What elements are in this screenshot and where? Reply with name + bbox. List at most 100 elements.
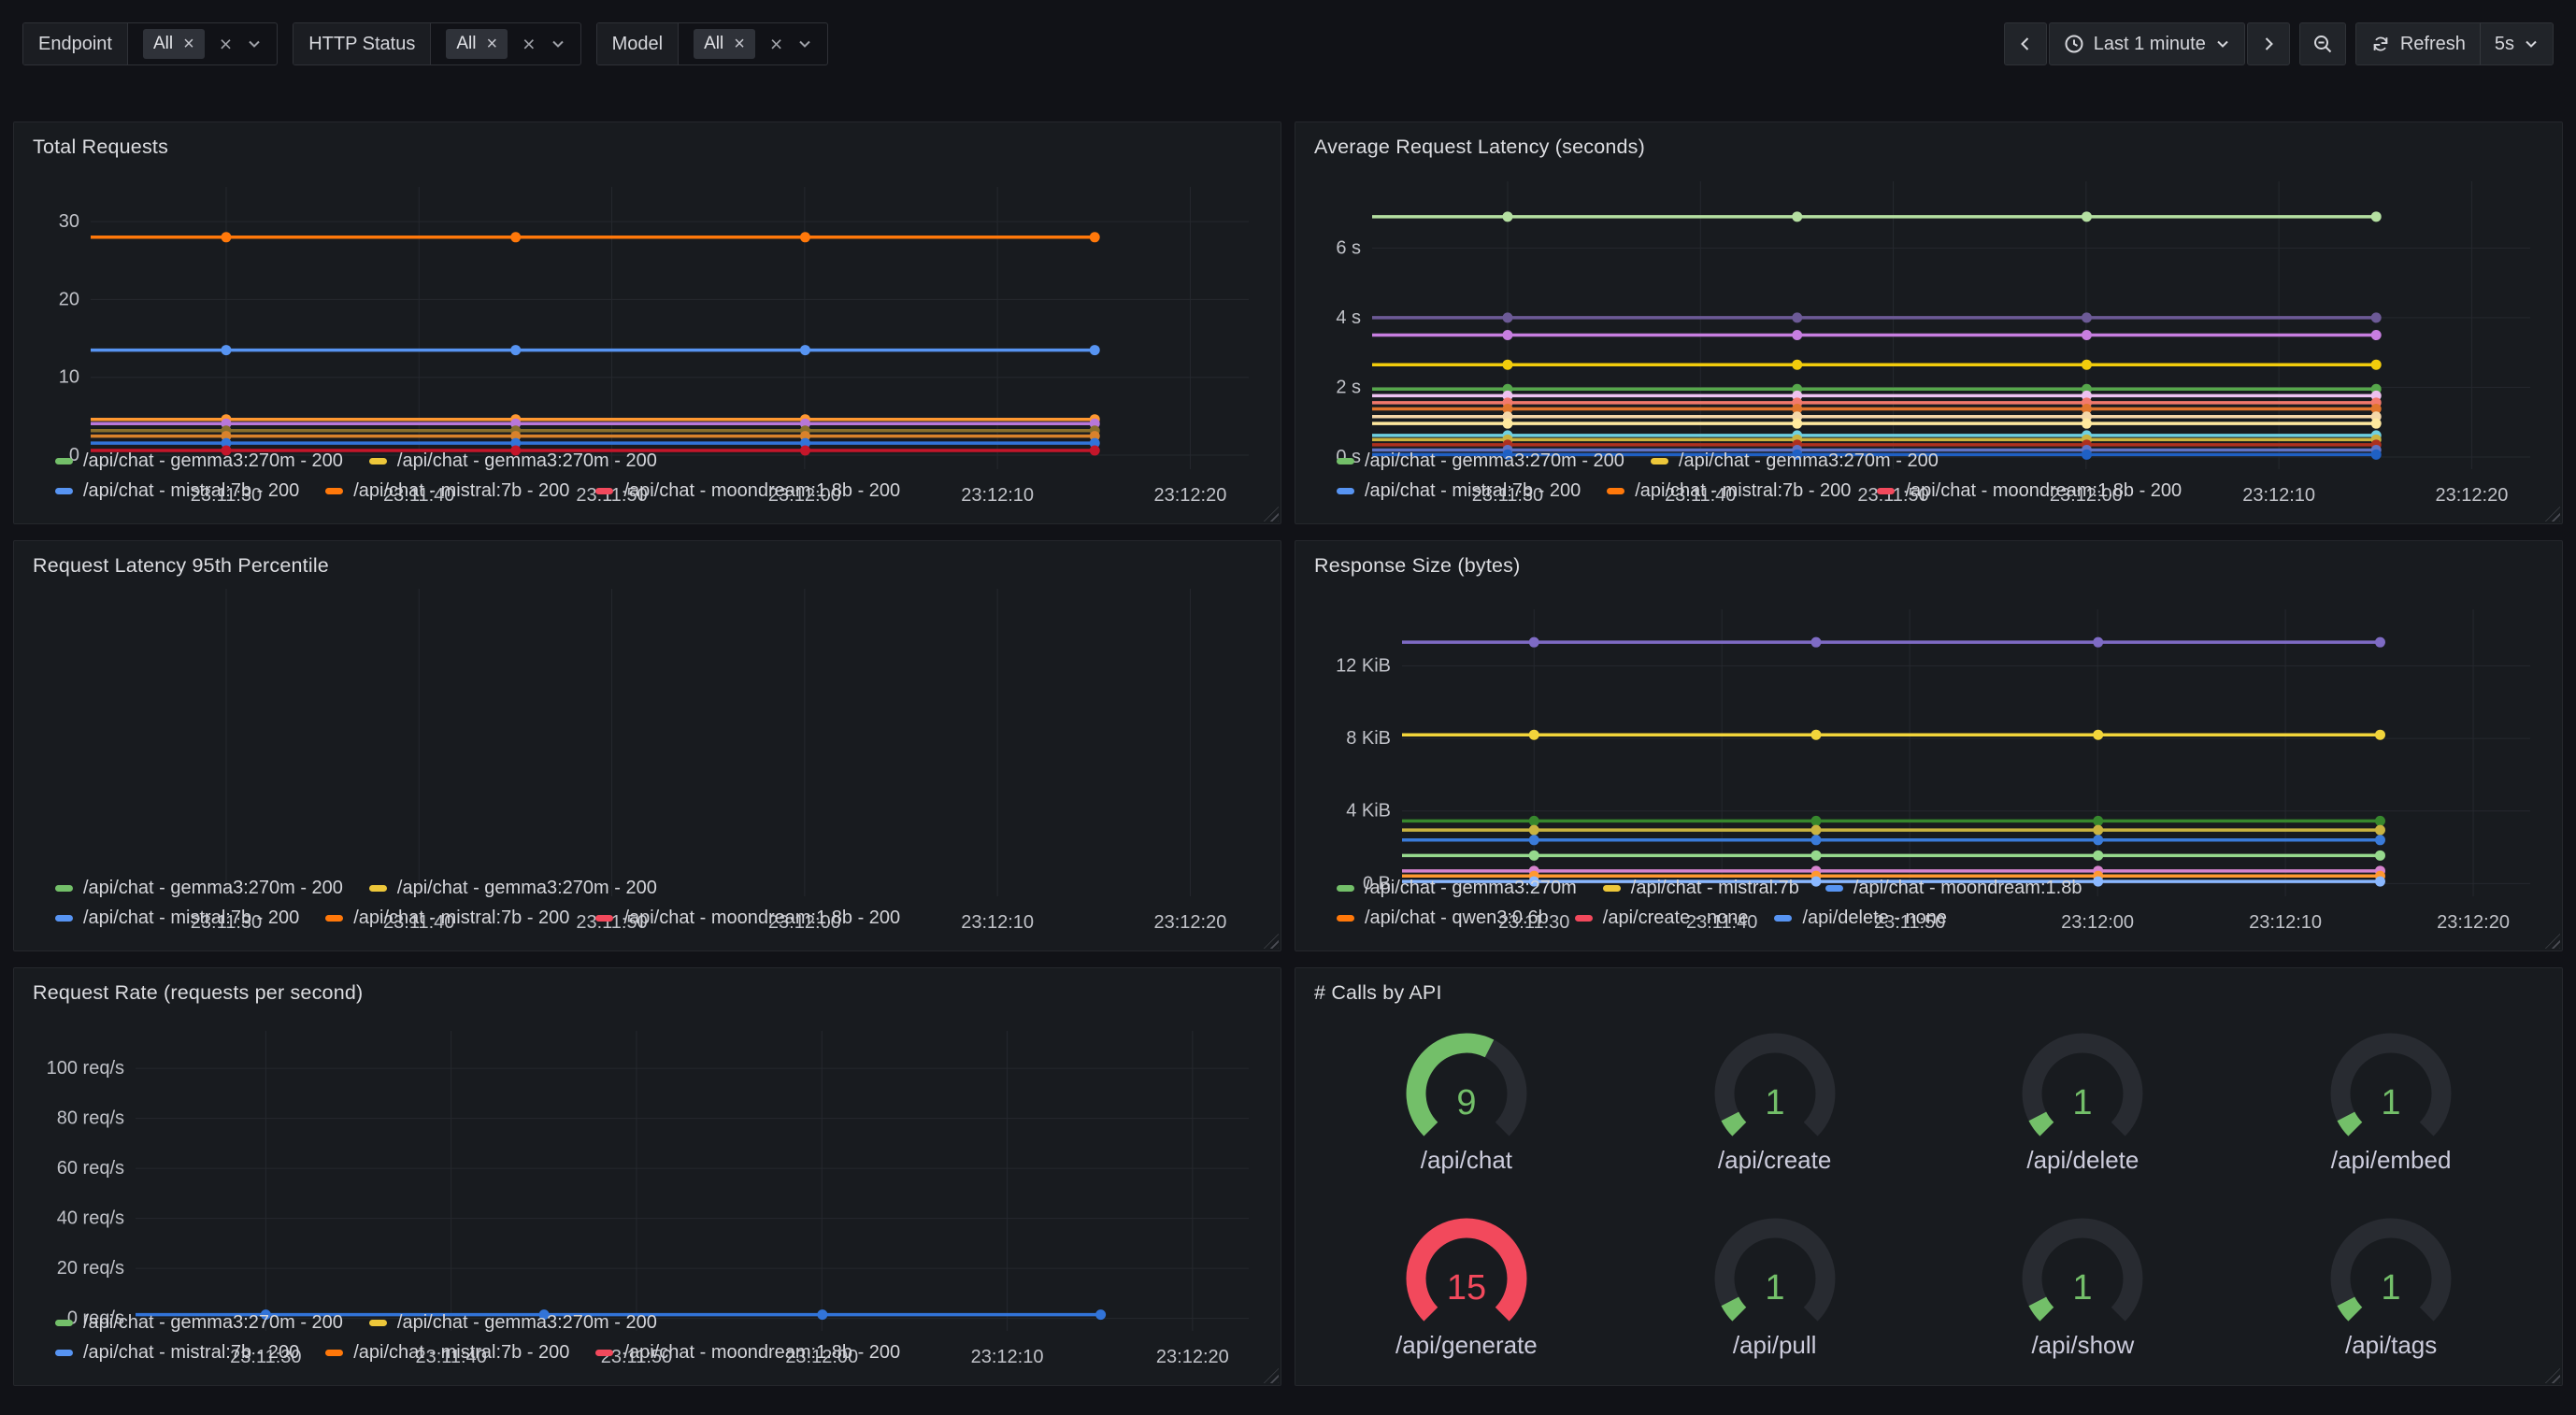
refresh-interval-button[interactable]: 5s [2480, 22, 2554, 65]
zoom-out-button[interactable] [2299, 22, 2346, 65]
legend-item[interactable]: /api/chat - mistral:7b - 200 [1337, 480, 1581, 502]
gauge-cell: 1/api/tags [2237, 1193, 2545, 1379]
filter-http-status: HTTP Status All × × [293, 22, 580, 65]
time-range-label: Last 1 minute [2094, 34, 2206, 55]
legend-label: /api/chat - moondream:1.8b - 200 [1905, 480, 2182, 502]
refresh-icon [2370, 34, 2391, 54]
chip-remove-icon[interactable]: × [486, 35, 497, 53]
panel-title[interactable]: Request Latency 95th Percentile [31, 550, 1264, 579]
refresh-label: Refresh [2400, 34, 2466, 55]
legend-item[interactable]: /api/chat - mistral:7b - 200 [55, 908, 299, 929]
legend-item[interactable]: /api/chat - moondream:1.8b - 200 [595, 1342, 900, 1364]
legend-item[interactable]: /api/chat - mistral:7b - 200 [55, 1342, 299, 1364]
clock-icon [2064, 34, 2084, 54]
chip-remove-icon[interactable]: × [734, 35, 745, 53]
panel-resize-handle[interactable] [1264, 934, 1279, 949]
chart-area[interactable]: 0 req/s20 req/s40 req/s60 req/s80 req/s1… [31, 1007, 1264, 1302]
svg-text:12 KiB: 12 KiB [1336, 655, 1391, 676]
chart-area[interactable]: 0 s2 s4 s6 s23:11:3023:11:4023:11:5023:1… [1312, 161, 2545, 440]
legend-item[interactable]: /api/chat - mistral:7b - 200 [325, 1342, 569, 1364]
legend-item[interactable]: /api/delete - none [1774, 908, 1947, 929]
panel-resize-handle[interactable] [1264, 1368, 1279, 1383]
chevron-down-icon[interactable] [551, 36, 565, 51]
series-color-swatch [55, 915, 73, 922]
chip-value: All [456, 34, 476, 54]
legend-item[interactable]: /api/chat - mistral:7b - 200 [325, 480, 569, 502]
legend-label: /api/chat - mistral:7b - 200 [353, 480, 569, 502]
series-color-swatch [595, 915, 613, 922]
filter-model-chip[interactable]: All × [694, 29, 755, 59]
gauge-arc: 1 [1696, 1209, 1854, 1329]
chip-remove-icon[interactable]: × [183, 35, 194, 53]
svg-text:80 req/s: 80 req/s [57, 1108, 124, 1129]
gauge-label: /api/show [2031, 1331, 2134, 1360]
series-color-swatch [55, 488, 73, 494]
legend-item[interactable]: /api/chat - moondream:1.8b - 200 [595, 480, 900, 502]
legend-item[interactable]: /api/chat - mistral:7b - 200 [1607, 480, 1851, 502]
panel-title[interactable]: Response Size (bytes) [1312, 550, 2545, 579]
legend-item[interactable]: /api/chat - moondream:1.8b - 200 [1877, 480, 2182, 502]
legend-item[interactable]: /api/chat - mistral:7b - 200 [325, 908, 569, 929]
panel-title[interactable]: # Calls by API [1312, 978, 2545, 1007]
legend-item[interactable]: /api/chat - moondream:1.8b - 200 [595, 908, 900, 929]
svg-text:40 req/s: 40 req/s [57, 1208, 124, 1229]
panel-title[interactable]: Average Request Latency (seconds) [1312, 132, 2545, 161]
filter-clear-icon[interactable]: × [770, 34, 782, 55]
legend-item[interactable]: /api/chat - gemma3:270m - 200 [1651, 450, 1939, 472]
legend-item[interactable]: /api/chat - mistral:7b - 200 [55, 480, 299, 502]
legend-item[interactable]: /api/chat - gemma3:270m - 200 [55, 878, 343, 899]
refresh-button[interactable]: Refresh [2355, 22, 2480, 65]
filter-model-value[interactable]: All × × [679, 23, 827, 64]
filter-http-status-label: HTTP Status [293, 23, 431, 64]
legend-label: /api/chat - gemma3:270m - 200 [83, 450, 343, 472]
filter-http-status-value[interactable]: All × × [431, 23, 580, 64]
chart-area[interactable]: 0 B4 KiB8 KiB12 KiB23:11:3023:11:4023:11… [1312, 579, 2545, 867]
filter-http-status-chip[interactable]: All × [446, 29, 508, 59]
filter-clear-icon[interactable]: × [522, 34, 535, 55]
panel-title[interactable]: Request Rate (requests per second) [31, 978, 1264, 1007]
svg-text:4 KiB: 4 KiB [1346, 801, 1391, 822]
chart-area[interactable]: 23:11:3023:11:4023:11:5023:12:0023:12:10… [31, 579, 1264, 867]
filter-clear-icon[interactable]: × [220, 34, 232, 55]
legend-item[interactable]: /api/chat - gemma3:270m - 200 [369, 1312, 657, 1334]
legend-item[interactable]: /api/create - none [1575, 908, 1749, 929]
legend-item[interactable]: /api/chat - gemma3:270m - 200 [55, 1312, 343, 1334]
legend-item[interactable]: /api/chat - moondream:1.8b [1825, 878, 2082, 899]
svg-text:1: 1 [1765, 1083, 1784, 1122]
legend-item[interactable]: /api/chat - qwen3:0.6b [1337, 908, 1549, 929]
legend-item[interactable]: /api/chat - gemma3:270m [1337, 878, 1577, 899]
panel-total-requests: Total Requests 010203023:11:3023:11:4023… [13, 121, 1281, 524]
series-color-swatch [325, 915, 343, 922]
panel-resize-handle[interactable] [2545, 934, 2560, 949]
chevron-down-icon[interactable] [797, 36, 812, 51]
legend-item[interactable]: /api/chat - gemma3:270m - 200 [369, 450, 657, 472]
svg-text:10: 10 [59, 367, 79, 388]
time-range-picker-button[interactable]: Last 1 minute [2049, 22, 2245, 65]
legend-label: /api/chat - mistral:7b - 200 [353, 1342, 569, 1364]
chevron-down-icon[interactable] [247, 36, 262, 51]
legend-item[interactable]: /api/chat - gemma3:270m - 200 [369, 878, 657, 899]
svg-text:1: 1 [2382, 1083, 2401, 1122]
time-shift-forward-button[interactable] [2247, 22, 2290, 65]
legend-row: /api/chat - mistral:7b - 200/api/chat - … [55, 480, 1264, 502]
panel-response-size: Response Size (bytes) 0 B4 KiB8 KiB12 Ki… [1295, 540, 2563, 951]
filter-endpoint-value[interactable]: All × × [128, 23, 277, 64]
panel-resize-handle[interactable] [1264, 507, 1279, 522]
series-color-swatch [1337, 885, 1354, 892]
legend-label: /api/chat - gemma3:270m - 200 [1365, 450, 1624, 472]
series-color-swatch [55, 1350, 73, 1356]
gauge-cell: 1/api/embed [2237, 1007, 2545, 1193]
panel-title[interactable]: Total Requests [31, 132, 1264, 161]
filter-endpoint: Endpoint All × × [22, 22, 278, 65]
time-shift-back-button[interactable] [2004, 22, 2047, 65]
legend-item[interactable]: /api/chat - gemma3:270m - 200 [1337, 450, 1624, 472]
chart-area[interactable]: 010203023:11:3023:11:4023:11:5023:12:002… [31, 161, 1264, 440]
legend-label: /api/chat - moondream:1.8b - 200 [623, 1342, 900, 1364]
filter-endpoint-chip[interactable]: All × [143, 29, 205, 59]
series-color-swatch [1337, 458, 1354, 465]
legend-item[interactable]: /api/chat - gemma3:270m - 200 [55, 450, 343, 472]
panel-resize-handle[interactable] [2545, 1368, 2560, 1383]
legend-item[interactable]: /api/chat - mistral:7b [1603, 878, 1799, 899]
time-range-group: Last 1 minute [2004, 22, 2290, 65]
panel-resize-handle[interactable] [2545, 507, 2560, 522]
